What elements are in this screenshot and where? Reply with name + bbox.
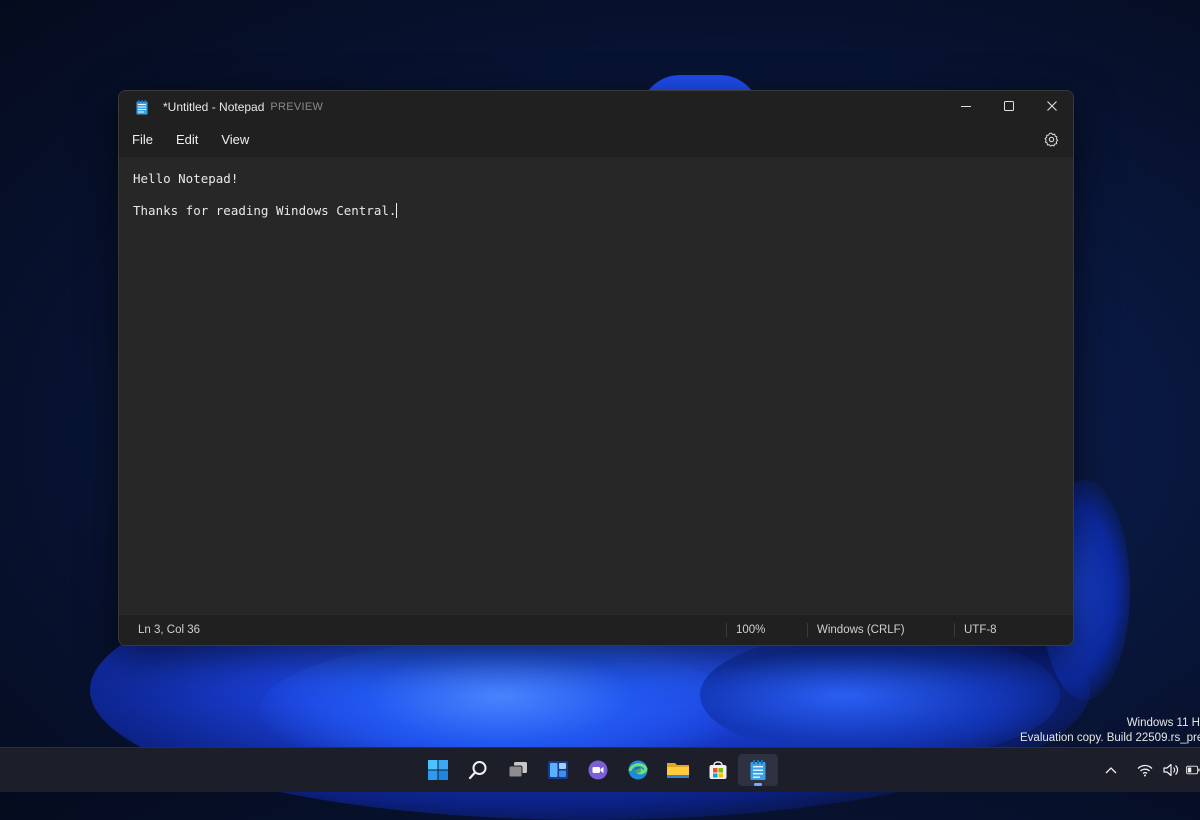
zoom-level: 100% <box>736 624 766 636</box>
search-button[interactable] <box>458 754 498 786</box>
store-icon <box>709 761 727 779</box>
start-icon <box>428 760 448 780</box>
widgets-icon <box>548 761 568 779</box>
maximize-icon <box>1003 101 1014 111</box>
gear-icon <box>1044 132 1058 147</box>
status-bar: Ln 3, Col 36 100% Windows (CRLF) UTF-8 <box>119 614 1073 645</box>
file-explorer-button[interactable] <box>658 754 698 786</box>
notepad-app-icon <box>135 99 149 115</box>
editor-line-1: Hello Notepad! <box>133 171 239 186</box>
chat-button[interactable] <box>578 754 618 786</box>
edge-button[interactable] <box>618 754 658 786</box>
status-divider <box>807 623 808 637</box>
encoding: UTF-8 <box>964 624 997 636</box>
notepad-taskbar-button[interactable] <box>738 754 778 786</box>
editor-line-2: Thanks for reading Windows Central. <box>133 203 1059 219</box>
watermark-line-2: Evaluation copy. Build 22509.rs_pre <box>1020 732 1200 744</box>
status-divider <box>726 623 727 637</box>
preview-badge: PREVIEW <box>270 101 324 113</box>
wifi-icon <box>1137 764 1153 776</box>
task-view-button[interactable] <box>498 754 538 786</box>
file-explorer-icon <box>667 763 689 778</box>
notepad-window: *Untitled - Notepad PREVIEW File Edit Vi… <box>118 90 1074 646</box>
close-icon <box>1046 101 1057 111</box>
battery-button[interactable] <box>1186 759 1200 781</box>
system-tray <box>1096 748 1200 792</box>
taskbar <box>0 747 1200 792</box>
line-ending: Windows (CRLF) <box>817 624 905 636</box>
store-button[interactable] <box>698 754 738 786</box>
menu-view[interactable]: View <box>214 126 256 153</box>
watermark-line-1: Windows 11 H <box>1126 717 1200 729</box>
tray-overflow-button[interactable] <box>1100 759 1122 781</box>
chat-icon <box>588 760 608 780</box>
battery-icon <box>1186 765 1200 775</box>
evaluation-watermark: Windows 11 H Evaluation copy. Build 2250… <box>1020 716 1200 746</box>
text-caret <box>396 203 398 218</box>
status-divider <box>954 623 955 637</box>
window-title: *Untitled - Notepad <box>163 100 265 114</box>
close-button[interactable] <box>1030 91 1073 121</box>
notepad-icon <box>750 760 766 780</box>
text-editor[interactable]: Hello Notepad! Thanks for reading Window… <box>119 157 1073 615</box>
volume-button[interactable] <box>1160 759 1182 781</box>
menu-edit[interactable]: Edit <box>169 126 205 153</box>
widgets-button[interactable] <box>538 754 578 786</box>
maximize-button[interactable] <box>987 91 1030 121</box>
minimize-button[interactable] <box>944 91 987 121</box>
start-button[interactable] <box>418 754 458 786</box>
edge-icon <box>628 760 648 780</box>
minimize-icon <box>960 106 971 107</box>
chevron-up-icon <box>1105 767 1117 774</box>
network-button[interactable] <box>1134 759 1156 781</box>
taskbar-apps <box>418 754 778 786</box>
wallpaper-bloom-petal-2 <box>700 630 1060 760</box>
menu-bar: File Edit View <box>119 121 1073 157</box>
caption-buttons <box>944 91 1073 121</box>
volume-icon <box>1163 763 1179 777</box>
editor-line-2-text: Thanks for reading Windows Central. <box>133 203 397 218</box>
title-bar[interactable]: *Untitled - Notepad PREVIEW <box>119 91 1073 121</box>
menu-file[interactable]: File <box>125 126 160 153</box>
search-icon <box>468 761 487 780</box>
task-view-icon <box>508 762 527 778</box>
cursor-position: Ln 3, Col 36 <box>138 624 201 636</box>
settings-button[interactable] <box>1041 129 1061 149</box>
